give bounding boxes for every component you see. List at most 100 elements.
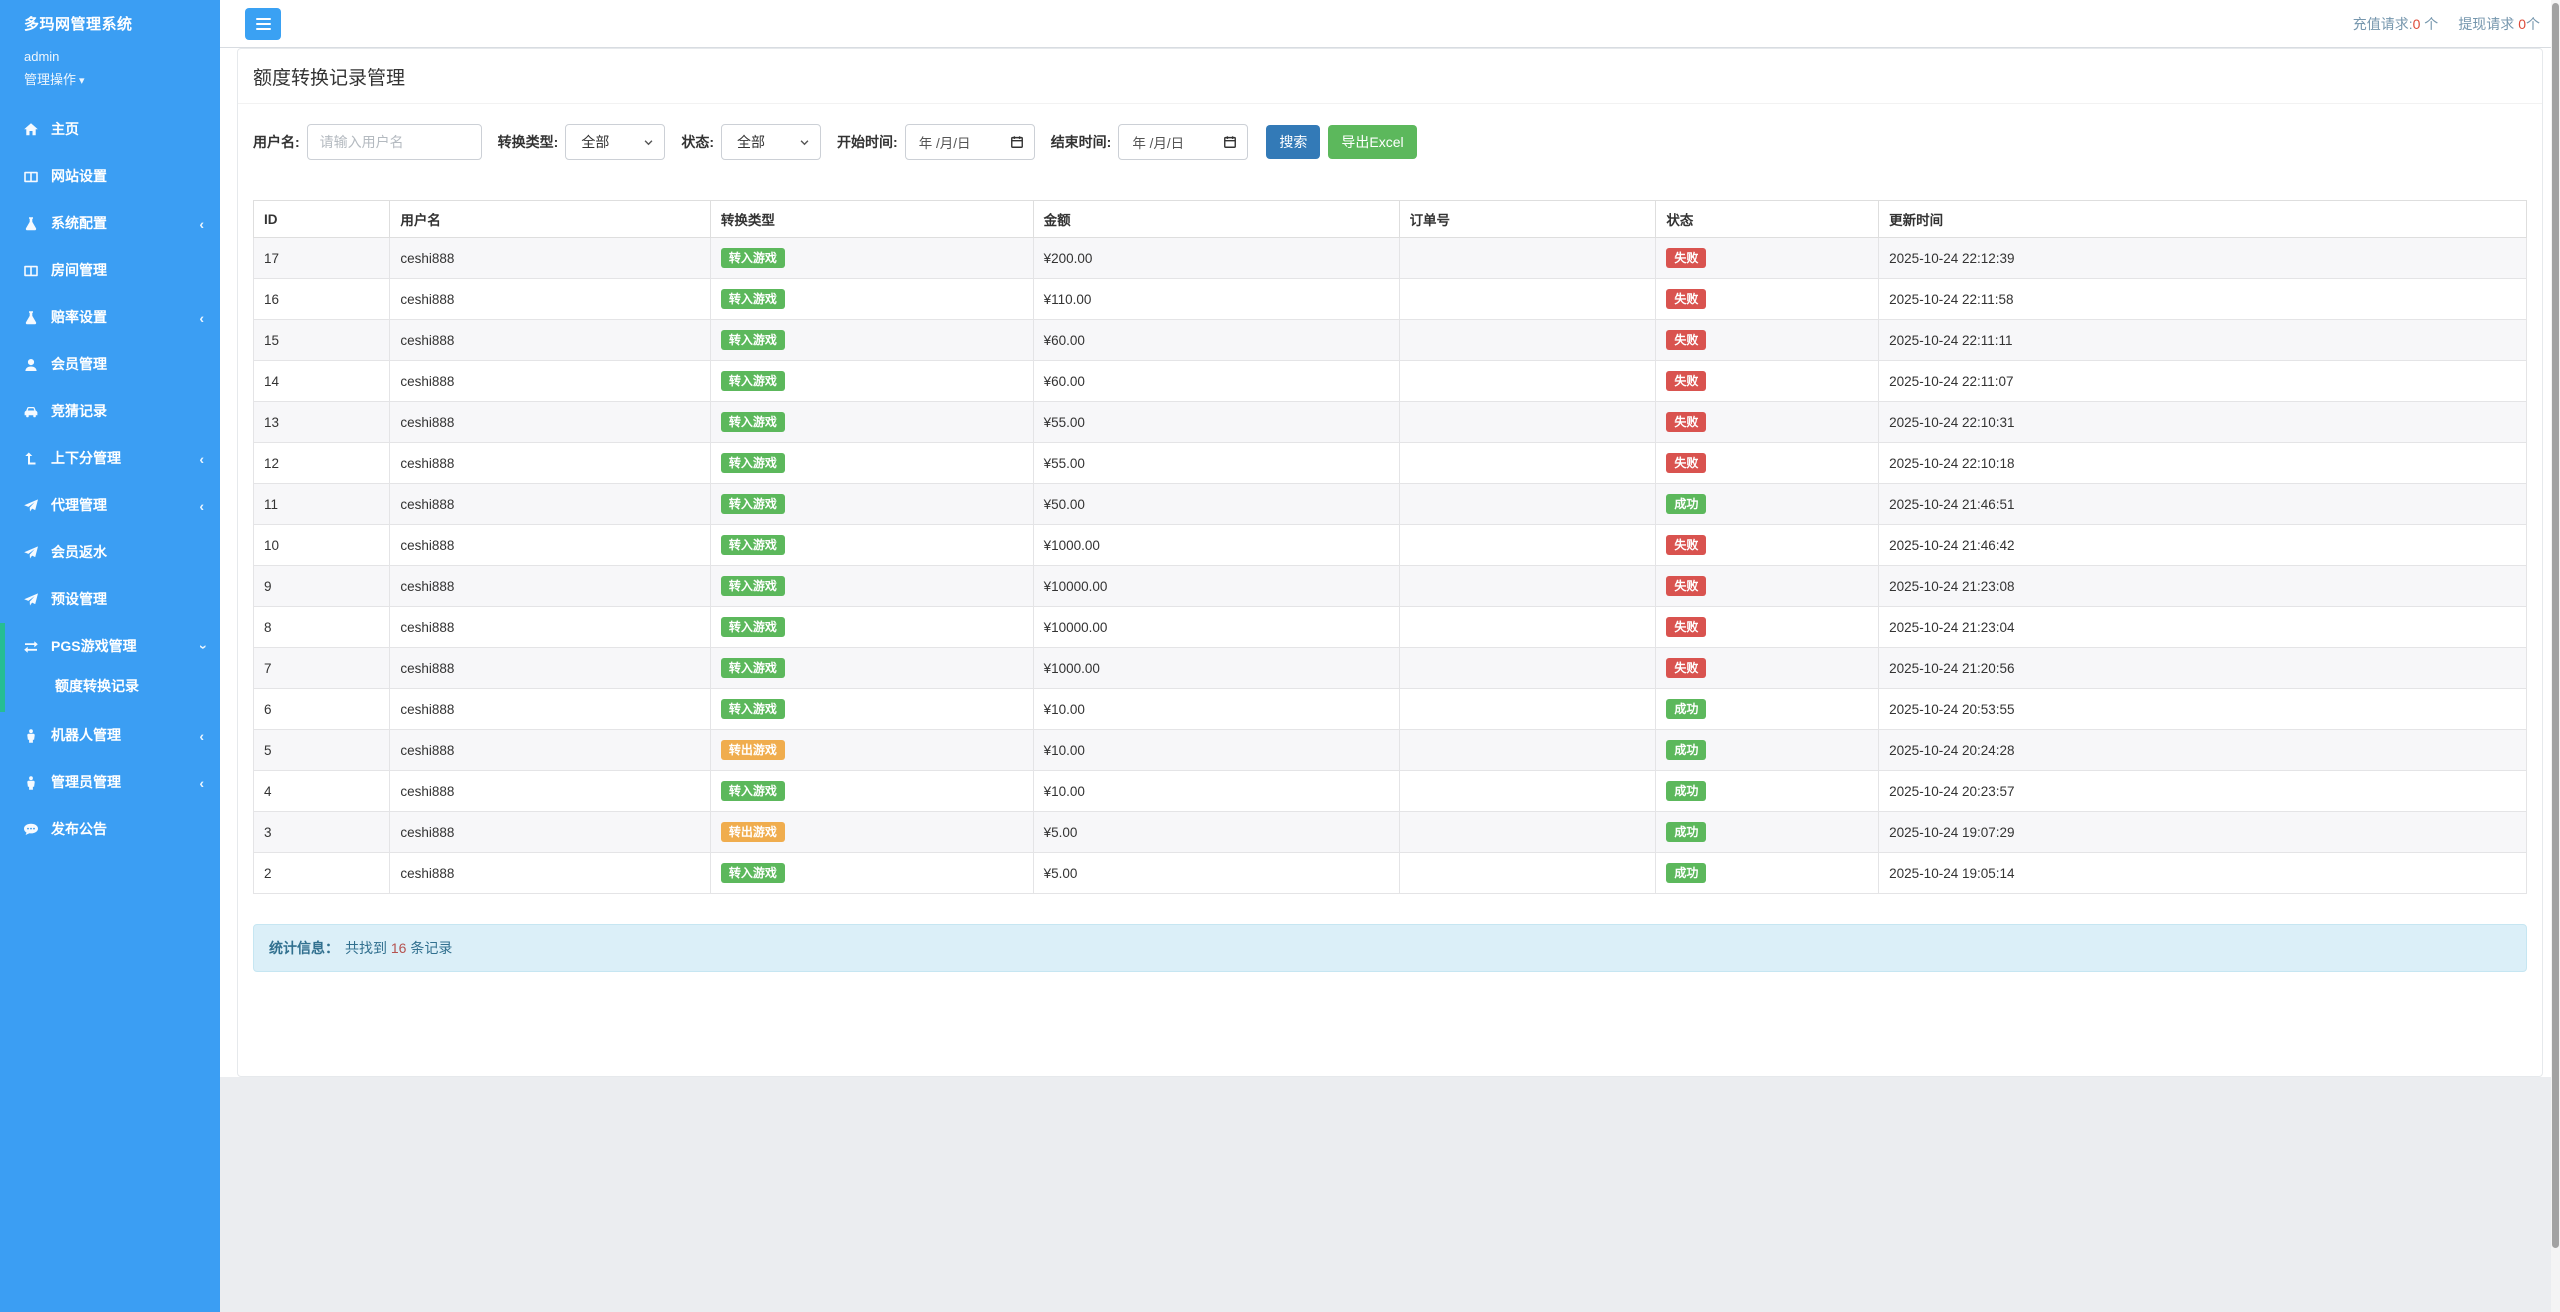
start-date-input[interactable]: 年 /月/日 <box>905 124 1035 160</box>
row-id: 7 <box>254 648 390 689</box>
username-input[interactable] <box>307 124 482 160</box>
sidebar-toggle-button[interactable] <box>245 8 281 40</box>
comment-icon <box>23 822 39 838</box>
row-id: 10 <box>254 525 390 566</box>
table-row: 2ceshi888转入游戏¥5.00成功2025-10-24 19:05:14 <box>254 853 2527 894</box>
row-id: 2 <box>254 853 390 894</box>
exchange-icon <box>23 639 39 655</box>
sidebar-subitem-quota-transfer-records[interactable]: 额度转换记录 <box>5 670 220 712</box>
sidebar-item-announcement[interactable]: 发布公告 <box>0 806 220 853</box>
table-row: 11ceshi888转入游戏¥50.00成功2025-10-24 21:46:5… <box>254 484 2527 525</box>
sidebar-item-odds-settings[interactable]: 赔率设置‹ <box>0 294 220 341</box>
chevron-left-icon: ‹ <box>199 501 204 511</box>
car-icon <box>23 404 39 420</box>
row-id: 8 <box>254 607 390 648</box>
calendar-icon <box>1010 135 1024 149</box>
sidebar-item-system-config[interactable]: 系统配置‹ <box>0 200 220 247</box>
user-menu-dropdown[interactable]: 管理操作▾ <box>0 64 220 88</box>
status-badge: 失败 <box>1666 371 1706 391</box>
sidebar-item-site-settings[interactable]: 网站设置 <box>0 153 220 200</box>
row-amount: ¥10000.00 <box>1033 566 1399 607</box>
chevron-down-icon: ‹ <box>197 644 207 649</box>
status-badge: 失败 <box>1666 453 1706 473</box>
status-badge: 成功 <box>1666 699 1706 719</box>
row-id: 3 <box>254 812 390 853</box>
column-header: 更新时间 <box>1879 201 2527 238</box>
sidebar-item-member-management[interactable]: 会员管理 <box>0 341 220 388</box>
menu-entry-system-config: 系统配置‹ <box>0 200 220 247</box>
sidebar-item-preset-management[interactable]: 预设管理 <box>0 576 220 623</box>
menu-entry-admin-management: 管理员管理‹ <box>0 759 220 806</box>
status-label: 状态: <box>681 132 714 152</box>
table-row: 12ceshi888转入游戏¥55.00失败2025-10-24 22:10:1… <box>254 443 2527 484</box>
hamburger-icon <box>256 18 271 20</box>
row-order <box>1399 771 1656 812</box>
table-row: 8ceshi888转入游戏¥10000.00失败2025-10-24 21:23… <box>254 607 2527 648</box>
deposit-requests-link[interactable]: 充值请求:0 个 <box>2353 14 2439 34</box>
admin-username: admin <box>0 34 220 64</box>
table-row: 17ceshi888转入游戏¥200.00失败2025-10-24 22:12:… <box>254 238 2527 279</box>
sidebar-item-agent-management[interactable]: 代理管理‹ <box>0 482 220 529</box>
row-id: 14 <box>254 361 390 402</box>
row-id: 16 <box>254 279 390 320</box>
sidebar-item-member-rebate[interactable]: 会员返水 <box>0 529 220 576</box>
search-button[interactable]: 搜索 <box>1266 125 1320 159</box>
menu-entry-site-settings: 网站设置 <box>0 153 220 200</box>
menu-entry-member-management: 会员管理 <box>0 341 220 388</box>
menu-entry-preset-management: 预设管理 <box>0 576 220 623</box>
export-excel-button[interactable]: 导出Excel <box>1328 125 1416 159</box>
row-id: 11 <box>254 484 390 525</box>
sidebar-item-robot-management[interactable]: 机器人管理‹ <box>0 712 220 759</box>
row-amount: ¥10.00 <box>1033 730 1399 771</box>
type-badge: 转出游戏 <box>721 822 785 842</box>
row-username: ceshi888 <box>390 279 710 320</box>
sidebar-item-room-management[interactable]: 房间管理 <box>0 247 220 294</box>
chevron-down-icon <box>643 137 654 148</box>
row-username: ceshi888 <box>390 730 710 771</box>
type-badge: 转入游戏 <box>721 781 785 801</box>
status-badge: 失败 <box>1666 289 1706 309</box>
table-row: 6ceshi888转入游戏¥10.00成功2025-10-24 20:53:55 <box>254 689 2527 730</box>
row-id: 13 <box>254 402 390 443</box>
sidebar-item-home[interactable]: 主页 <box>0 106 220 153</box>
scrollbar-thumb[interactable] <box>2552 3 2559 1248</box>
table-row: 4ceshi888转入游戏¥10.00成功2025-10-24 20:23:57 <box>254 771 2527 812</box>
status-select[interactable]: 全部 <box>721 124 821 160</box>
flask-icon <box>23 216 39 232</box>
row-username: ceshi888 <box>390 525 710 566</box>
sidebar-item-updown-management[interactable]: 上下分管理‹ <box>0 435 220 482</box>
type-badge: 转入游戏 <box>721 453 785 473</box>
table-row: 13ceshi888转入游戏¥55.00失败2025-10-24 22:10:3… <box>254 402 2527 443</box>
row-amount: ¥10000.00 <box>1033 607 1399 648</box>
menu-entry-room-management: 房间管理 <box>0 247 220 294</box>
row-amount: ¥1000.00 <box>1033 648 1399 689</box>
row-order <box>1399 484 1656 525</box>
row-order <box>1399 648 1656 689</box>
type-badge: 转入游戏 <box>721 576 785 596</box>
row-time: 2025-10-24 21:46:51 <box>1879 484 2527 525</box>
withdraw-requests-link[interactable]: 提现请求 0个 <box>2458 14 2540 34</box>
type-select[interactable]: 全部 <box>565 124 665 160</box>
row-id: 17 <box>254 238 390 279</box>
row-amount: ¥60.00 <box>1033 320 1399 361</box>
end-date-input[interactable]: 年 /月/日 <box>1118 124 1248 160</box>
sidebar-item-admin-management[interactable]: 管理员管理‹ <box>0 759 220 806</box>
send-icon <box>23 498 39 514</box>
type-badge: 转入游戏 <box>721 535 785 555</box>
row-time: 2025-10-24 21:23:08 <box>1879 566 2527 607</box>
brand-title: 多玛网管理系统 <box>0 0 220 34</box>
menu-entry-member-rebate: 会员返水 <box>0 529 220 576</box>
row-id: 4 <box>254 771 390 812</box>
withdraw-count: 0 <box>2518 16 2526 32</box>
sidebar-item-pgs-game-management[interactable]: PGS游戏管理‹ <box>5 623 220 670</box>
panel-body: 用户名: 转换类型: 全部 状态: 全部 开始时间: 年 /月/日 <box>238 104 2542 1076</box>
status-badge: 失败 <box>1666 330 1706 350</box>
chevron-left-icon: ‹ <box>199 778 204 788</box>
sidebar: 多玛网管理系统 admin 管理操作▾ 主页网站设置系统配置‹房间管理赔率设置‹… <box>0 0 220 1312</box>
sidebar-item-bet-records[interactable]: 竞猜记录 <box>0 388 220 435</box>
row-order <box>1399 279 1656 320</box>
status-badge: 失败 <box>1666 412 1706 432</box>
vertical-scrollbar[interactable] <box>2551 0 2560 1312</box>
row-time: 2025-10-24 22:11:07 <box>1879 361 2527 402</box>
type-badge: 转入游戏 <box>721 289 785 309</box>
